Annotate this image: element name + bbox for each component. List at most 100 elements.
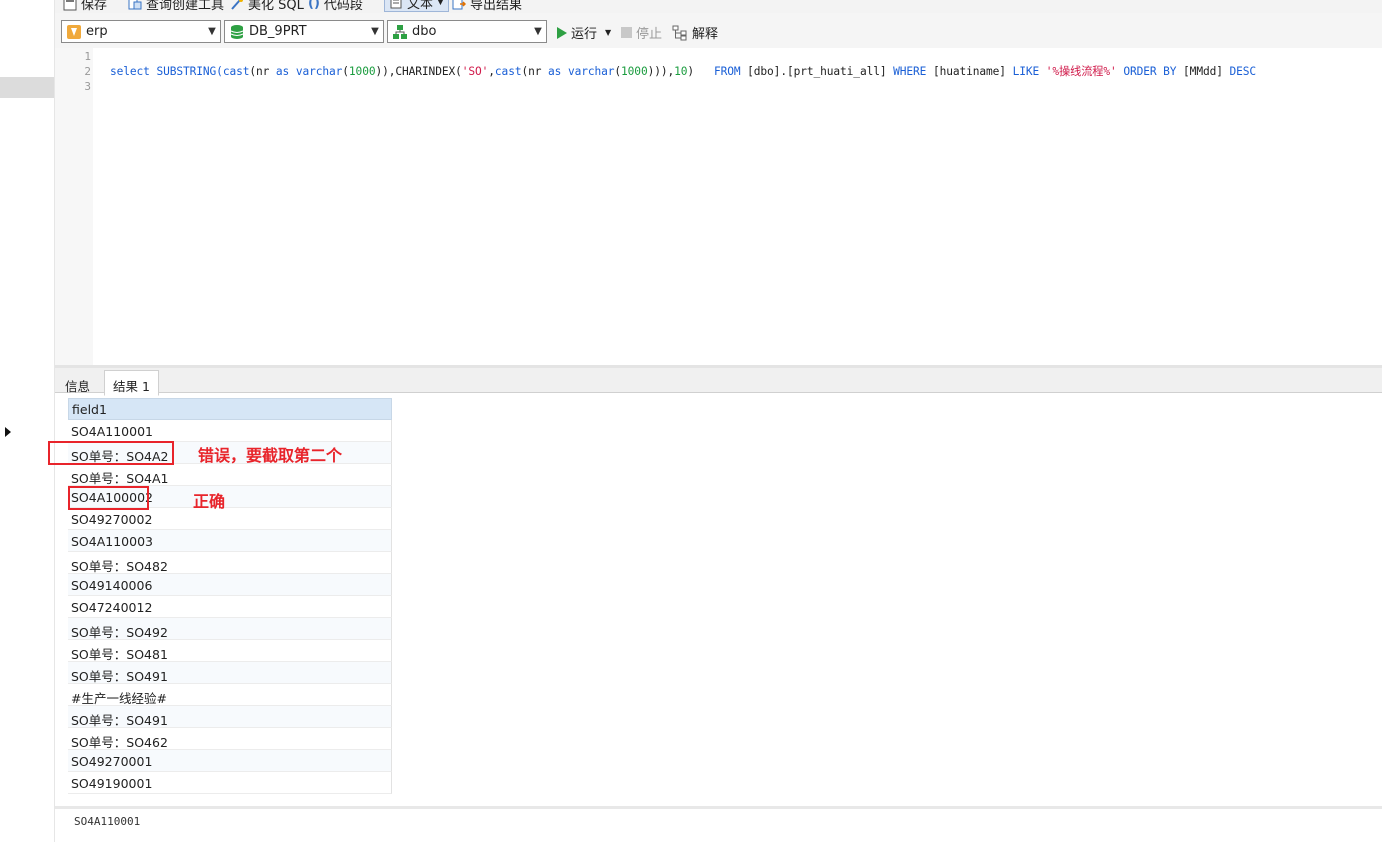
table-row[interactable]: SO单号：SO462 <box>68 728 392 750</box>
chevron-down-icon: ▼ <box>208 26 216 37</box>
line-number-gutter: 1 2 3 <box>55 48 93 365</box>
database-select[interactable]: DB_9PRT ▼ <box>224 20 384 43</box>
chevron-down-icon[interactable]: ▼ <box>605 28 611 37</box>
sql-token: LIKE <box>1012 65 1040 78</box>
sql-token: varchar <box>567 65 615 78</box>
sql-token: select SUBSTRING( <box>110 65 223 78</box>
connection-select[interactable]: erp ▼ <box>61 20 221 43</box>
sql-editor[interactable]: 1 2 3 select SUBSTRING(cast(nr as varcha… <box>55 48 1382 365</box>
run-label: 运行 <box>571 27 598 42</box>
stop-button[interactable]: 停止 <box>621 23 662 42</box>
sql-token: ))), <box>647 65 675 78</box>
table-row[interactable]: SO单号：SO491 <box>68 662 392 684</box>
status-value: SO4A110001 <box>74 815 141 828</box>
sql-token: varchar <box>295 65 343 78</box>
sql-token: ORDER BY <box>1123 65 1177 78</box>
connection-icon <box>67 24 81 39</box>
status-bar: SO4A110001 <box>55 806 1382 842</box>
text-document-icon <box>390 0 402 9</box>
schema-select[interactable]: dbo ▼ <box>387 20 547 43</box>
save-label: 保存 <box>81 0 108 13</box>
table-row[interactable]: SO单号：SO481 <box>68 640 392 662</box>
table-row[interactable]: SO49190001 <box>68 772 392 794</box>
beautify-icon <box>231 0 243 10</box>
sql-token: 1000 <box>348 65 376 78</box>
sql-token: cast <box>222 65 250 78</box>
sql-token: cast <box>494 65 522 78</box>
sql-token: FROM <box>713 65 741 78</box>
sql-token: [huatiname] <box>926 65 1013 78</box>
left-panel <box>0 0 55 842</box>
sql-token: as <box>548 65 562 78</box>
text-mode-button[interactable]: 文本 ▼ <box>384 0 449 12</box>
sql-token: 1000 <box>621 65 648 78</box>
export-icon <box>452 0 466 9</box>
query-toolbar: erp ▼ DB_9PRT ▼ dbo ▼ 运行 ▼ 停止 解释 <box>55 13 1382 48</box>
explain-icon <box>672 25 687 40</box>
result-tabs: 信息 结果 1 <box>55 365 1382 396</box>
table-row[interactable]: SO49270002 <box>68 508 392 530</box>
sql-token: (nr <box>249 65 276 78</box>
snippet-icon: () <box>308 0 320 11</box>
sql-token: (nr <box>521 65 549 78</box>
table-row[interactable]: SO单号：SO492 <box>68 618 392 640</box>
code-snippet-button[interactable]: () 代码段 <box>308 0 363 13</box>
database-value: DB_9PRT <box>249 24 307 39</box>
table-row[interactable]: SO47240012 <box>68 596 392 618</box>
table-row[interactable]: SO49270001 <box>68 750 392 772</box>
table-row[interactable]: SO4A110001 <box>68 420 392 442</box>
tab-result-1[interactable]: 结果 1 <box>104 370 159 396</box>
table-row[interactable]: SO49140006 <box>68 574 392 596</box>
run-button[interactable]: 运行 ▼ <box>557 23 611 42</box>
export-result-button[interactable]: 导出结果 <box>452 0 522 13</box>
database-icon <box>230 24 244 39</box>
sql-token: '%操线流程%' <box>1045 65 1117 78</box>
sql-token: ( <box>342 65 349 78</box>
sql-token: DESC <box>1229 65 1257 78</box>
sql-token: ) <box>687 65 714 78</box>
chevron-down-icon: ▼ <box>371 26 379 37</box>
stop-label: 停止 <box>636 27 663 42</box>
wrong-highlight-box <box>48 441 174 465</box>
query-builder-button[interactable]: 查询创建工具 <box>128 0 224 13</box>
explain-button[interactable]: 解释 <box>672 23 718 42</box>
sql-token: [dbo].[prt_huati_all] <box>740 65 894 78</box>
tab-info[interactable]: 信息 <box>57 371 98 395</box>
left-panel-selected-item[interactable] <box>0 77 54 98</box>
top-toolbar: 保存 查询创建工具 美化 SQL () 代码段 文本 ▼ 导出结果 <box>55 0 1382 13</box>
connection-value: erp <box>86 24 108 39</box>
table-row[interactable]: #生产一线经验# <box>68 684 392 706</box>
table-row[interactable]: SO单号：SO482 <box>68 552 392 574</box>
chevron-down-icon: ▼ <box>534 26 542 37</box>
line-number: 2 <box>84 65 91 78</box>
text-mode-label: 文本 <box>407 0 434 12</box>
sql-token: WHERE <box>893 65 927 78</box>
table-row[interactable]: SO单号：SO4A1 <box>68 464 392 486</box>
chevron-down-icon[interactable]: ▼ <box>437 0 444 7</box>
sql-token: as <box>275 65 290 78</box>
sql-code-line[interactable]: select SUBSTRING(cast(nr as varchar(1000… <box>110 63 1256 79</box>
table-row[interactable]: SO4A110003 <box>68 530 392 552</box>
schema-value: dbo <box>412 24 437 39</box>
sql-token: )),CHARINDEX( <box>375 65 462 78</box>
column-header-field1[interactable]: field1 <box>68 398 392 420</box>
explain-label: 解释 <box>692 27 719 42</box>
query-builder-icon <box>128 0 142 9</box>
schema-icon <box>393 24 407 39</box>
table-row[interactable]: SO单号：SO491 <box>68 706 392 728</box>
save-icon <box>63 0 77 10</box>
snippet-label: 代码段 <box>323 0 363 13</box>
query-builder-label: 查询创建工具 <box>146 0 225 13</box>
correct-annotation: 正确 <box>193 492 226 511</box>
line-number: 3 <box>84 80 91 93</box>
stop-icon <box>621 27 632 38</box>
correct-highlight-box <box>68 486 149 510</box>
beautify-sql-button[interactable]: 美化 SQL <box>230 0 304 13</box>
wrong-annotation: 错误，要截取第二个 <box>198 446 343 465</box>
save-button[interactable]: 保存 <box>63 0 107 13</box>
play-icon <box>557 26 567 39</box>
beautify-label: 美化 SQL <box>248 0 304 13</box>
sql-token: 10 <box>674 65 688 78</box>
